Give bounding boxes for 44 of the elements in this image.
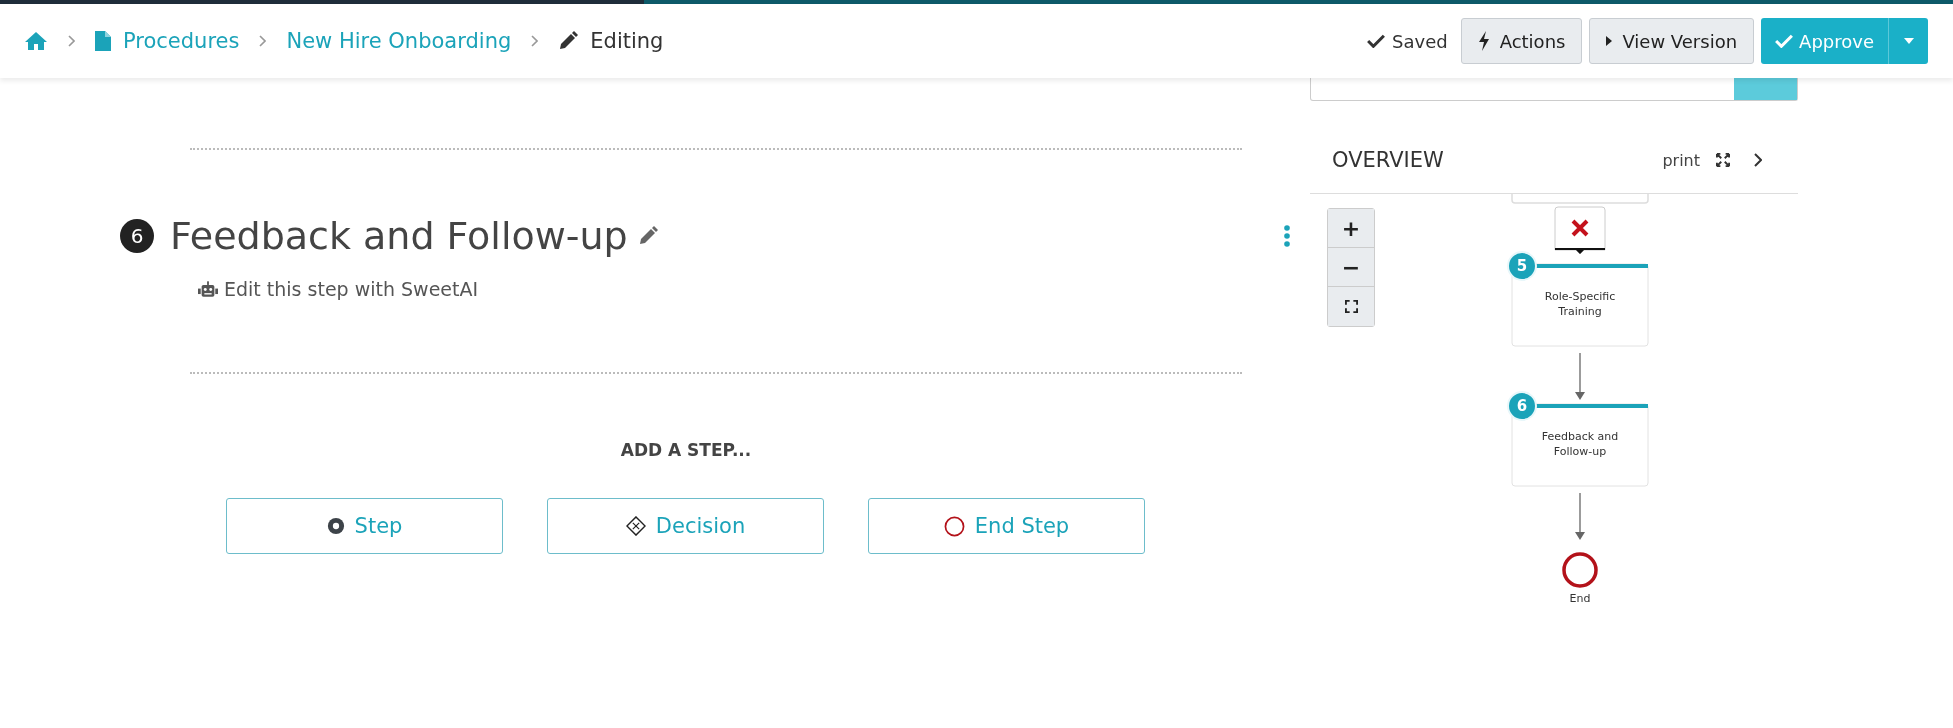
end-label: End <box>1569 592 1591 605</box>
check-icon <box>1775 34 1794 48</box>
zoom-button[interactable]: + <box>1328 209 1374 248</box>
step-icon <box>326 517 345 535</box>
node-label: Follow-up <box>1553 445 1607 458</box>
breadcrumb-current: Editing <box>590 29 664 53</box>
step-title: Feedback and Follow-up <box>170 214 628 258</box>
chevron-right-icon[interactable] <box>1754 153 1762 167</box>
play-icon <box>1606 36 1613 46</box>
pencil-icon <box>558 31 579 51</box>
home-icon[interactable] <box>24 31 48 51</box>
version-field[interactable] <box>1310 78 1798 101</box>
delete-popup[interactable] <box>1554 206 1606 255</box>
connector-arrow <box>1575 492 1585 540</box>
toolbar-button[interactable]: View Version <box>1589 18 1755 64</box>
print-link[interactable]: print <box>1662 150 1700 170</box>
overview-title: OVERVIEW <box>1332 148 1444 172</box>
add-step-heading: ADD A STEP... <box>619 440 753 460</box>
node-label: Role-Specific <box>1544 290 1616 303</box>
end-node[interactable] <box>1562 552 1598 588</box>
step-badge: 6 <box>1507 391 1537 421</box>
check-icon <box>1367 34 1386 48</box>
saved-status: Saved <box>1392 30 1448 52</box>
step-badge: 5 <box>1507 251 1537 281</box>
chevron-right-icon <box>531 35 539 47</box>
robot-icon <box>198 280 218 298</box>
node-label: Training <box>1558 305 1602 318</box>
pencil-icon[interactable] <box>637 226 658 246</box>
flow-node[interactable] <box>1511 194 1649 204</box>
bolt-icon <box>1477 31 1490 51</box>
chevron-right-icon <box>68 35 75 47</box>
ai-edit-link[interactable]: Edit this step with SweetAI <box>224 278 479 300</box>
step-number: 6 <box>120 219 154 253</box>
caret-icon <box>1903 38 1914 44</box>
connector-arrow <box>1575 352 1585 400</box>
expand-icon[interactable] <box>1716 153 1730 167</box>
diamond-icon <box>625 516 646 536</box>
toolbar-button[interactable]: Actions <box>1460 18 1583 64</box>
fit-view-icon <box>1344 300 1358 313</box>
more-icon[interactable] <box>1284 225 1290 247</box>
chevron-right-icon <box>259 35 267 47</box>
node-label: Feedback and <box>1541 430 1619 443</box>
circle-icon <box>943 515 965 537</box>
document-icon <box>95 31 111 51</box>
